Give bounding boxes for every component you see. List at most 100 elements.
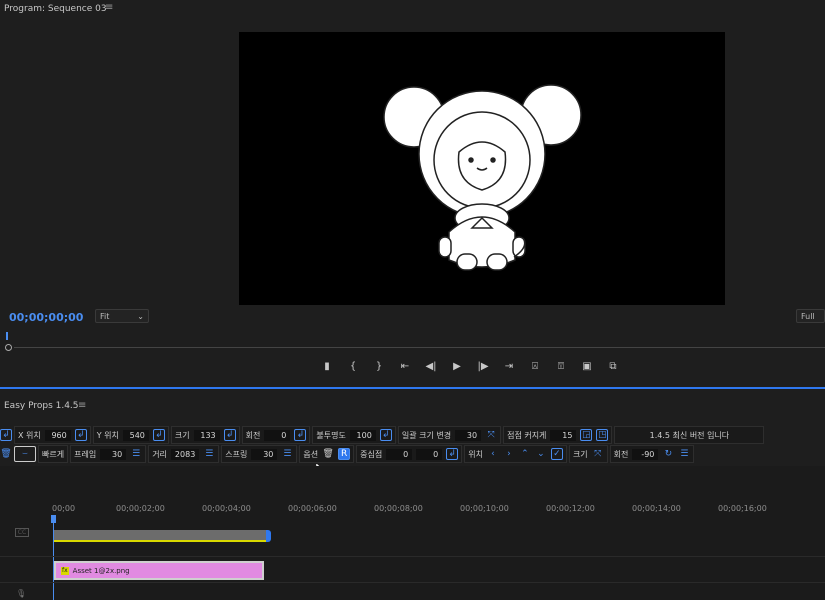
playhead-marker[interactable] bbox=[6, 332, 8, 340]
rotate-list-icon[interactable]: ☰ bbox=[678, 448, 690, 460]
go-to-in-button[interactable]: ⇤ bbox=[398, 361, 412, 372]
arrow-up-icon[interactable]: ⌃ bbox=[519, 448, 531, 460]
panel-menu-icon[interactable]: ≡ bbox=[105, 2, 113, 13]
export-frame-button[interactable]: ▣ bbox=[580, 361, 594, 372]
speed-control: 빠르게 bbox=[38, 445, 69, 463]
quality-value: Full bbox=[801, 311, 815, 321]
program-monitor-title: Program: Sequence 03 bbox=[4, 4, 107, 14]
anchor-x-field[interactable]: 0 bbox=[386, 448, 413, 460]
caption-track-icon[interactable]: CC bbox=[15, 528, 29, 537]
distance-field[interactable]: 2083 bbox=[170, 448, 200, 460]
speed-label[interactable]: 빠르게 bbox=[42, 449, 64, 460]
x-position-label: X 위치 bbox=[18, 430, 41, 440]
video-clip[interactable]: fx Asset 1@2x.png bbox=[54, 561, 264, 580]
rotate-control: 회전 -90 ↻ ☰ bbox=[609, 445, 695, 463]
arrow-left-icon[interactable]: ‹ bbox=[487, 448, 499, 460]
reset-scale-icon[interactable]: ↲ bbox=[152, 429, 165, 441]
rotate-field[interactable]: -90 bbox=[632, 448, 659, 460]
step-back-button[interactable]: ◀| bbox=[424, 361, 438, 372]
step-forward-button[interactable]: |▶ bbox=[476, 361, 490, 372]
mark-in-button[interactable]: { bbox=[346, 361, 360, 372]
y-position-field[interactable]: 540 bbox=[122, 429, 149, 441]
reset-x-icon[interactable]: ↲ bbox=[0, 429, 12, 441]
grow-control: 점점 커지게 15 ◲ ◳ bbox=[503, 426, 613, 444]
timeline-playhead-handle[interactable] bbox=[51, 515, 56, 523]
work-area-end-handle[interactable] bbox=[266, 530, 271, 542]
arrow-down-icon[interactable]: ⌄ bbox=[535, 448, 547, 460]
reset-rotation-icon[interactable]: ↲ bbox=[223, 429, 236, 441]
playhead-timecode[interactable]: 00;00;00;00 bbox=[9, 311, 83, 324]
distance-label: 거리 bbox=[152, 449, 167, 459]
chevron-down-icon: ⌄ bbox=[137, 311, 144, 321]
grow-out-icon[interactable]: ◳ bbox=[596, 429, 609, 441]
trash-icon[interactable]: 🗑 bbox=[0, 448, 12, 460]
timeline-ruler[interactable]: 00;00 00;00;02;00 00;00;04;00 00;00;06;0… bbox=[52, 503, 825, 517]
lift-button[interactable]: ⍓ bbox=[528, 361, 542, 372]
render-status-bar bbox=[54, 540, 268, 542]
distance-list-icon[interactable]: ☰ bbox=[203, 448, 215, 460]
version-status-text: 1.4.5 최신 버전 입니다 bbox=[649, 430, 730, 440]
anchor-label: 중심점 bbox=[360, 449, 383, 459]
rotate-refresh-icon[interactable]: ↻ bbox=[662, 448, 674, 460]
frame-field[interactable]: 30 bbox=[100, 448, 127, 460]
microphone-icon[interactable]: 🎙 bbox=[16, 589, 26, 598]
reset-uniform-icon[interactable]: ↲ bbox=[379, 429, 392, 441]
ruler-label: 00;00;06;00 bbox=[288, 504, 337, 513]
video-canvas bbox=[239, 32, 725, 305]
reset-anchor-icon[interactable]: ↲ bbox=[446, 448, 459, 460]
quality-dropdown[interactable]: Full bbox=[796, 309, 825, 323]
ruler-label: 00;00;04;00 bbox=[202, 504, 251, 513]
x-position-field[interactable]: 960 bbox=[44, 429, 71, 441]
grow-label: 점점 커지게 bbox=[507, 430, 547, 440]
anchor-y-field[interactable]: 0 bbox=[416, 448, 443, 460]
r-button[interactable]: R bbox=[338, 448, 351, 460]
play-button[interactable]: ▶ bbox=[450, 361, 464, 372]
rotation-label: 회전 bbox=[245, 430, 261, 440]
mark-out-button[interactable]: } bbox=[372, 361, 386, 372]
fx-badge: fx bbox=[61, 566, 69, 575]
scale-field[interactable]: 133 bbox=[193, 429, 220, 441]
go-to-out-button[interactable]: ⇥ bbox=[502, 361, 516, 372]
options-trash-icon[interactable]: 🗑 bbox=[322, 448, 334, 460]
scale-label: 크기 bbox=[174, 430, 190, 440]
bear-astronaut-image bbox=[383, 84, 582, 271]
clip-name: Asset 1@2x.png bbox=[72, 566, 130, 575]
spring-list-icon[interactable]: ☰ bbox=[281, 448, 293, 460]
work-area-bar[interactable] bbox=[54, 530, 268, 540]
expand-icon[interactable]: ⤧ bbox=[592, 448, 604, 460]
transport-controls: ▮ { } ⇤ ◀| ▶ |▶ ⇥ ⍓ ⍔ ▣ ⧉ bbox=[320, 361, 620, 372]
ruler-label: 00;00;08;00 bbox=[374, 504, 423, 513]
spring-field[interactable]: 30 bbox=[251, 448, 278, 460]
rotation-field[interactable]: 0 bbox=[264, 429, 291, 441]
monitor-scrub-bar[interactable] bbox=[0, 332, 825, 352]
easy-props-title: Easy Props 1.4.5 bbox=[4, 401, 79, 411]
playhead-circle-icon[interactable] bbox=[5, 344, 12, 351]
reset-y-icon[interactable]: ↲ bbox=[74, 429, 87, 441]
shrink-icon[interactable]: ⤧ bbox=[485, 429, 497, 441]
grow-in-icon[interactable]: ◲ bbox=[580, 429, 593, 441]
options-control: 옵션 🗑 R bbox=[299, 445, 355, 463]
fit-dropdown[interactable]: Fit ⌄ bbox=[95, 309, 149, 323]
grow-field[interactable]: 15 bbox=[550, 429, 577, 441]
uniform-scale-control: 일괄 크기 변경 30 ⤧ bbox=[397, 426, 502, 444]
compare-view-button[interactable]: ⧉ bbox=[606, 361, 620, 372]
distance-control: 거리 2083 ☰ bbox=[148, 445, 220, 463]
size-control: 크기 ⤧ bbox=[568, 445, 608, 463]
arrow-right-icon[interactable]: › bbox=[503, 448, 515, 460]
ruler-label: 00;00;14;00 bbox=[632, 504, 681, 513]
spring-label: 스프링 bbox=[225, 449, 248, 459]
checkbox-icon[interactable]: ✓ bbox=[550, 448, 563, 460]
ease-curve-icon[interactable]: ⌣ bbox=[14, 446, 36, 462]
reset-opacity-icon[interactable]: ↲ bbox=[294, 429, 307, 441]
uniform-scale-field[interactable]: 30 bbox=[455, 429, 482, 441]
opacity-field[interactable]: 100 bbox=[349, 429, 376, 441]
easy-props-menu-icon[interactable]: ≡ bbox=[78, 400, 86, 411]
frame-list-icon[interactable]: ☰ bbox=[130, 448, 142, 460]
spring-control: 스프링 30 ☰ bbox=[221, 445, 298, 463]
easy-props-row-2: 🗑 ⌣ 빠르게 프레임 30 ☰ 거리 2083 ☰ 스프링 30 ☰ 옵션 🗑… bbox=[0, 445, 695, 463]
add-marker-button[interactable]: ▮ bbox=[320, 361, 334, 372]
extract-button[interactable]: ⍔ bbox=[554, 361, 568, 372]
frame-control: 프레임 30 ☰ bbox=[70, 445, 147, 463]
anchor-control: 중심점 0 0 ↲ bbox=[356, 445, 463, 463]
ruler-label: 00;00;16;00 bbox=[718, 504, 767, 513]
